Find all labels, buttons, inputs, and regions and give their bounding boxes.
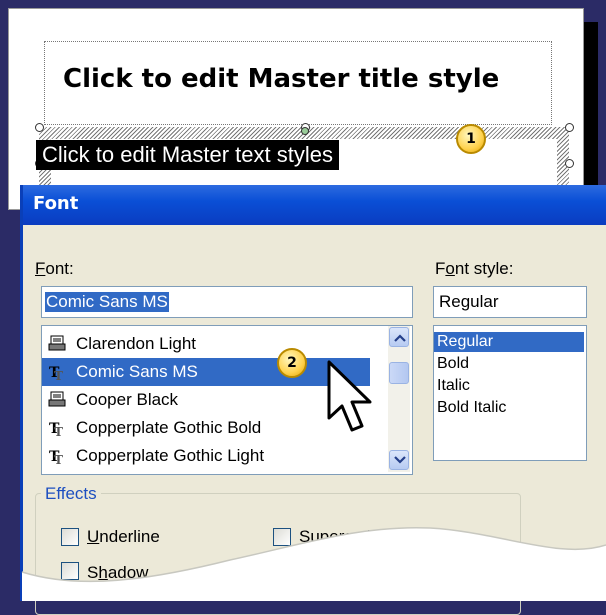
mouse-pointer-icon [327,360,372,432]
callout-badge-2: 2 [277,348,307,378]
torn-edge [21,526,606,601]
screenshot-stage: Click to edit Master title style Click t… [0,0,606,615]
